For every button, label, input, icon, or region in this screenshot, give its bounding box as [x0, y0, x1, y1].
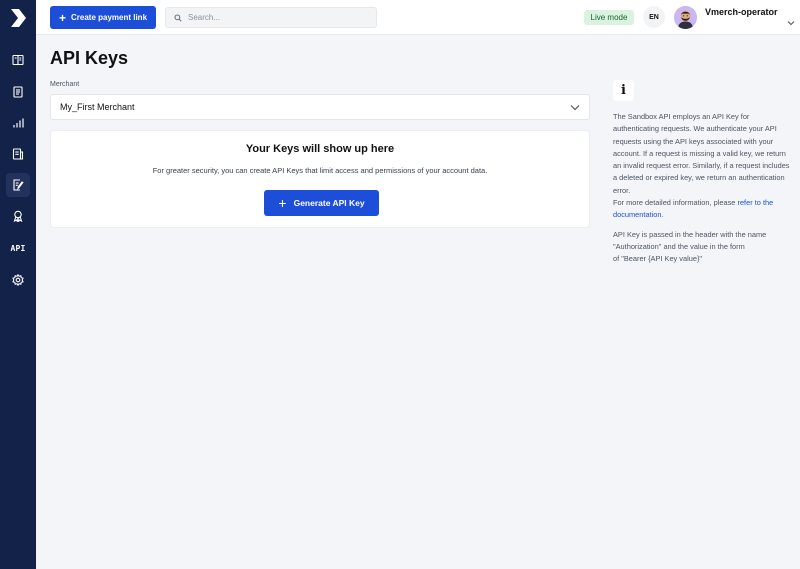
user-name[interactable]: Vmerch-operator — [705, 7, 778, 17]
plus-icon: + — [58, 10, 66, 25]
sidebar: API — [0, 0, 36, 569]
search-input[interactable] — [188, 13, 368, 22]
create-payment-link-button[interactable]: + Create payment link — [50, 6, 156, 29]
info-line: of "Bearer {API Key value}" — [613, 254, 703, 264]
gear-icon[interactable] — [10, 272, 26, 288]
merchant-label: Merchant — [50, 81, 80, 88]
info-panel: The Sandbox API employs an API Key for a… — [613, 111, 793, 266]
info-paragraph: The Sandbox API employs an API Key for a… — [613, 112, 790, 195]
api-icon[interactable]: API — [7, 244, 29, 253]
info-line: API Key is passed in the header with the… — [613, 229, 767, 239]
generate-api-key-button[interactable]: + Generate API Key — [264, 190, 379, 216]
top-bar: + Create payment link Live mode EN Vmerc… — [36, 0, 800, 35]
empty-state-title: Your Keys will show up here — [245, 143, 395, 155]
api-keys-empty-card: Your Keys will show up here For greater … — [50, 130, 590, 228]
create-payment-link-label: Create payment link — [70, 13, 148, 22]
page-title: API Keys — [50, 48, 129, 68]
info-more: For more detailed information, please re… — [613, 198, 774, 220]
empty-state-description: For greater security, you can create API… — [152, 166, 488, 175]
search-icon — [174, 13, 182, 22]
avatar[interactable] — [674, 6, 697, 29]
merchant-select-value: My_First Merchant — [60, 102, 135, 112]
book-icon[interactable] — [10, 52, 26, 68]
bar-chart-icon[interactable] — [10, 115, 26, 131]
logo-icon[interactable] — [9, 8, 27, 28]
generate-api-key-label: Generate API Key — [293, 198, 365, 208]
document-list-icon[interactable] — [10, 84, 26, 100]
edit-document-icon[interactable] — [6, 173, 30, 197]
merchant-select[interactable]: My_First Merchant — [50, 94, 590, 120]
chevron-down-icon[interactable] — [787, 20, 795, 26]
award-icon[interactable] — [10, 208, 26, 224]
chevron-down-icon — [570, 105, 580, 111]
plus-icon: + — [278, 195, 287, 211]
search-box[interactable] — [165, 7, 377, 28]
info-icon: i — [613, 80, 634, 101]
language-selector[interactable]: EN — [643, 6, 665, 28]
info-line: "Authorization" and the value in the for… — [613, 241, 745, 251]
report-icon[interactable] — [10, 146, 26, 162]
live-mode-badge[interactable]: Live mode — [584, 10, 634, 25]
